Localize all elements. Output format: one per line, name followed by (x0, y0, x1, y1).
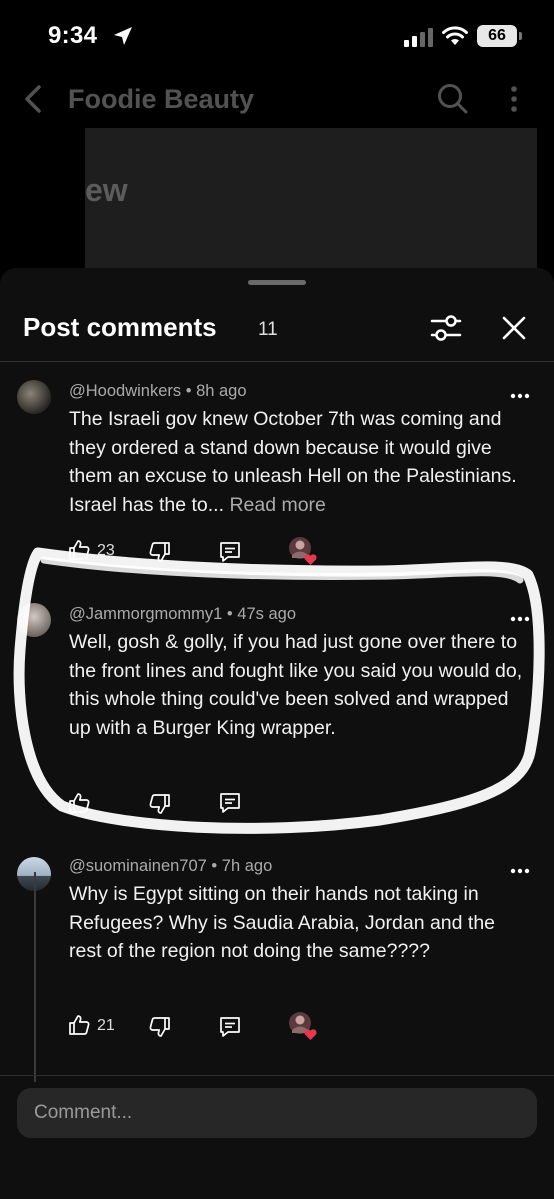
cellular-signal-icon (404, 28, 433, 47)
sort-filter-icon[interactable] (430, 313, 462, 343)
header-divider (0, 361, 554, 362)
battery-indicator: 66 (477, 25, 522, 47)
more-vertical-icon[interactable] (508, 84, 520, 114)
thread-line (34, 872, 36, 1082)
thumbs-down-icon[interactable] (148, 792, 172, 816)
comment-item: @Jammorgmommy1 • 47s ago Well, gosh & go… (0, 599, 554, 819)
reply-icon[interactable] (218, 540, 242, 564)
thumbs-up-icon[interactable] (67, 538, 91, 562)
comment-item: @suominainen707 • 7h ago Why is Egypt si… (0, 851, 554, 1051)
avatar[interactable] (17, 380, 51, 414)
comment-author-meta[interactable]: @suominainen707 • 7h ago (69, 857, 272, 876)
like-count: 23 (97, 542, 115, 559)
avatar[interactable] (17, 603, 51, 637)
comment-more-icon[interactable] (510, 393, 530, 399)
comment-input[interactable]: Comment... (17, 1088, 537, 1138)
read-more-link[interactable]: Read more (229, 494, 325, 516)
status-bar: 9:34 66 (0, 0, 554, 72)
comment-text: The Israeli gov knew October 7th was com… (69, 405, 527, 519)
comment-author-meta[interactable]: @Jammorgmommy1 • 47s ago (69, 605, 296, 624)
like-count: 21 (97, 1017, 115, 1034)
thumbs-up-icon[interactable] (67, 791, 91, 815)
back-arrow-icon[interactable] (20, 84, 46, 114)
thumbs-down-icon[interactable] (148, 1015, 172, 1039)
comment-more-icon[interactable] (510, 616, 530, 622)
comment-item: @Hoodwinkers • 8h ago The Israeli gov kn… (0, 376, 554, 576)
channel-title: Foodie Beauty (68, 84, 255, 114)
video-preview-text: ew (85, 172, 128, 208)
comment-input-placeholder: Comment... (34, 1102, 133, 1123)
comments-sheet: Post comments 11 @Hoodwinkers • 8h ago T… (0, 268, 554, 1199)
creator-heart-icon (289, 1012, 317, 1040)
reply-icon[interactable] (218, 791, 242, 815)
comment-text: Well, gosh & golly, if you had just gone… (69, 631, 523, 739)
composer-divider (0, 1075, 554, 1076)
comment-text: Why is Egypt sitting on their hands not … (69, 883, 496, 962)
drag-handle[interactable] (248, 280, 306, 285)
video-preview[interactable]: ew (85, 128, 537, 278)
search-icon[interactable] (436, 82, 468, 114)
comment-count: 11 (258, 319, 278, 340)
creator-heart-icon (289, 537, 317, 565)
status-time: 9:34 (48, 22, 98, 49)
comment-author-meta[interactable]: @Hoodwinkers • 8h ago (69, 382, 247, 401)
app-header: Foodie Beauty (0, 72, 554, 128)
close-icon[interactable] (502, 316, 526, 340)
wifi-icon (442, 26, 468, 45)
comment-more-icon[interactable] (510, 868, 530, 874)
thumbs-up-icon[interactable] (67, 1013, 91, 1037)
sheet-title: Post comments (23, 312, 217, 342)
location-arrow-icon (114, 27, 132, 45)
thumbs-down-icon[interactable] (148, 540, 172, 564)
reply-icon[interactable] (218, 1015, 242, 1039)
